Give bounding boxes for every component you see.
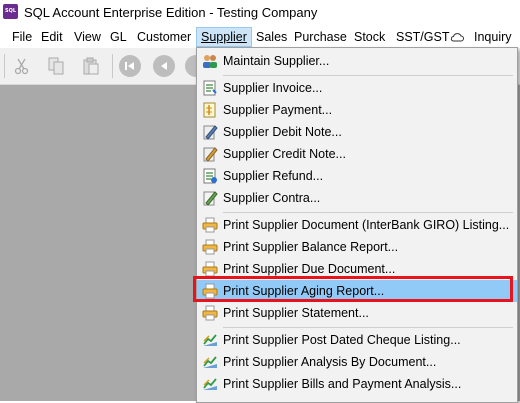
paste-icon <box>83 57 99 75</box>
menu-item-supplier-payment[interactable]: Supplier Payment... <box>197 99 517 121</box>
menu-item-label: Print Supplier Balance Report... <box>223 240 399 254</box>
contra-icon <box>203 191 218 206</box>
menu-label: GL <box>110 30 127 44</box>
menu-separator <box>223 75 513 76</box>
menu-item-label: Supplier Debit Note... <box>223 125 342 139</box>
menu-purchase[interactable]: Purchase <box>290 28 351 46</box>
menu-item-print-giro-listing[interactable]: Print Supplier Document (InterBank GIRO)… <box>197 214 517 236</box>
menu-gl[interactable]: GL <box>106 28 131 46</box>
menu-label: Sales <box>256 30 288 44</box>
menu-item-label: Print Supplier Statement... <box>223 306 369 320</box>
menu-item-supplier-invoice[interactable]: Supplier Invoice... <box>197 77 517 99</box>
menu-label: Stock <box>354 30 386 44</box>
menu-stock[interactable]: Stock <box>350 28 389 46</box>
invoice-icon <box>203 80 217 96</box>
menu-customer[interactable]: Customer <box>133 28 195 46</box>
payment-icon <box>203 102 216 118</box>
debit-note-icon <box>203 125 218 140</box>
menu-sales[interactable]: Sales <box>252 28 291 46</box>
first-record-icon <box>119 55 141 77</box>
refund-icon <box>203 168 217 184</box>
menu-item-label: Supplier Payment... <box>223 103 333 117</box>
window-title: SQL Account Enterprise Edition - Testing… <box>24 5 318 20</box>
menu-separator <box>223 327 513 328</box>
menu-label: View <box>74 30 101 44</box>
menu-label: SST/GST <box>396 30 450 44</box>
menu-item-maintain-supplier[interactable]: Maintain Supplier... <box>197 50 517 72</box>
printer-icon <box>202 217 218 233</box>
menu-item-label: Maintain Supplier... <box>223 54 330 68</box>
first-record-button[interactable] <box>118 54 142 78</box>
printer-icon <box>202 239 218 255</box>
menu-item-label: Print Supplier Document (InterBank GIRO)… <box>223 218 510 232</box>
chart-icon <box>203 334 217 346</box>
copy-button[interactable] <box>44 54 68 78</box>
menu-item-label: Supplier Invoice... <box>223 81 323 95</box>
menu-item-print-bills-payment-analysis[interactable]: Print Supplier Bills and Payment Analysi… <box>197 373 517 395</box>
menu-item-supplier-contra[interactable]: Supplier Contra... <box>197 187 517 209</box>
menu-label: File <box>12 30 33 44</box>
menu-item-print-post-dated-cheque[interactable]: Print Supplier Post Dated Cheque Listing… <box>197 329 517 351</box>
menu-label: Inquiry <box>474 30 512 44</box>
cloud-icon <box>450 33 464 42</box>
copy-icon <box>48 57 64 75</box>
previous-record-icon <box>153 55 175 77</box>
menu-item-label: Supplier Credit Note... <box>223 147 346 161</box>
menu-label: Purchase <box>294 30 347 44</box>
menu-separator <box>223 212 513 213</box>
paste-button[interactable] <box>79 54 103 78</box>
users-icon <box>203 55 217 68</box>
menu-file[interactable]: File <box>8 28 36 46</box>
menu-label: Edit <box>41 30 63 44</box>
menu-item-supplier-debit-note[interactable]: Supplier Debit Note... <box>197 121 517 143</box>
menu-item-supplier-refund[interactable]: Supplier Refund... <box>197 165 517 187</box>
menu-cloud[interactable] <box>446 28 468 46</box>
menu-item-label: Print Supplier Analysis By Document... <box>223 355 437 369</box>
chart-icon <box>203 378 217 390</box>
printer-icon <box>202 305 218 321</box>
title-bar: SQL SQL Account Enterprise Edition - Tes… <box>0 0 520 26</box>
menu-label: Supplier <box>201 30 247 44</box>
menu-item-supplier-credit-note[interactable]: Supplier Credit Note... <box>197 143 517 165</box>
menu-inquiry[interactable]: Inquiry <box>470 28 516 46</box>
menu-bar: File Edit View GL Customer Supplier Sale… <box>0 26 520 48</box>
menu-item-label: Supplier Contra... <box>223 191 321 205</box>
menu-item-label: Print Supplier Bills and Payment Analysi… <box>223 377 462 391</box>
chart-icon <box>203 356 217 368</box>
toolbar-separator <box>4 54 5 78</box>
menu-item-print-statement[interactable]: Print Supplier Statement... <box>197 302 517 324</box>
credit-note-icon <box>203 147 218 162</box>
menu-item-label: Supplier Refund... <box>223 169 324 183</box>
cut-button[interactable] <box>10 54 34 78</box>
supplier-menu: Maintain Supplier... Supplier Invoice...… <box>196 47 518 403</box>
app-logo-icon: SQL <box>3 4 18 19</box>
menu-item-print-balance-report[interactable]: Print Supplier Balance Report... <box>197 236 517 258</box>
toolbar-separator <box>112 54 113 78</box>
menu-label: Customer <box>137 30 192 44</box>
menu-supplier[interactable]: Supplier <box>196 27 252 47</box>
previous-record-button[interactable] <box>152 54 176 78</box>
menu-sst-gst[interactable]: SST/GST <box>392 28 453 46</box>
menu-view[interactable]: View <box>70 28 105 46</box>
menu-edit[interactable]: Edit <box>37 28 67 46</box>
cut-icon <box>14 58 29 75</box>
menu-item-print-analysis-by-document[interactable]: Print Supplier Analysis By Document... <box>197 351 517 373</box>
annotation-highlight-box <box>193 276 513 302</box>
printer-icon <box>202 261 218 277</box>
menu-item-label: Print Supplier Post Dated Cheque Listing… <box>223 333 461 347</box>
